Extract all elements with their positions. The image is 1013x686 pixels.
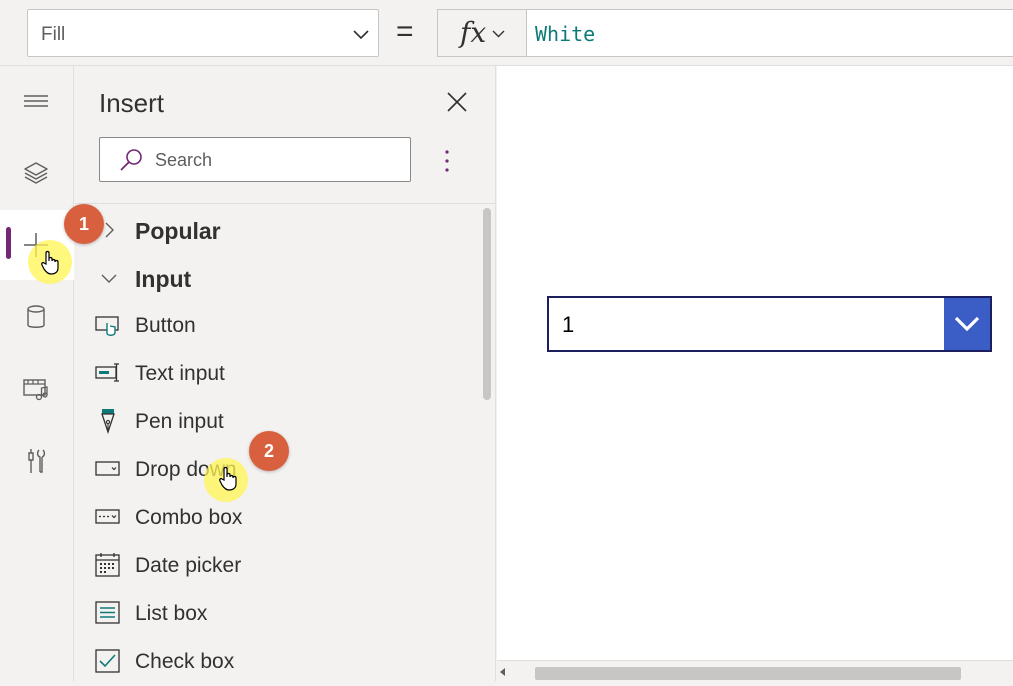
rail-item-media[interactable] [0, 356, 74, 420]
equals-sign: = [396, 15, 414, 49]
pane-scrollbar[interactable] [483, 208, 491, 400]
app-canvas[interactable]: 1 [497, 66, 1013, 660]
scroll-left-icon[interactable] [500, 668, 505, 676]
active-indicator [6, 227, 11, 259]
divider [75, 203, 496, 204]
tools-icon [23, 448, 49, 474]
canvas-dropdown-control[interactable]: 1 [547, 296, 992, 352]
item-label: Check box [135, 650, 234, 674]
group-label: Input [135, 266, 191, 293]
group-input[interactable]: Input [75, 254, 480, 302]
button-icon [95, 312, 121, 338]
list-item-check-box[interactable]: Check box [75, 638, 480, 686]
text-input-icon [95, 360, 121, 386]
rail-item-tree-view[interactable] [0, 68, 74, 132]
list-box-icon [95, 600, 121, 626]
list-item-date-picker[interactable]: Date picker [75, 542, 480, 590]
list-item-list-box[interactable]: List box [75, 590, 480, 638]
check-box-icon [95, 648, 121, 674]
item-label: Button [135, 314, 196, 338]
fx-button[interactable]: fx [437, 9, 527, 57]
left-rail [0, 66, 74, 681]
hand-cursor-icon [40, 250, 62, 276]
pane-title: Insert [99, 88, 164, 119]
group-label: Popular [135, 218, 221, 245]
date-picker-icon [95, 552, 121, 578]
step-badge-1: 1 [64, 204, 104, 244]
item-label: Text input [135, 362, 225, 386]
item-label: List box [135, 602, 207, 626]
chevron-down-icon [491, 26, 506, 41]
canvas-horizontal-scrollbar[interactable] [497, 660, 1013, 681]
item-label: Combo box [135, 506, 242, 530]
list-item-text-input[interactable]: Text input [75, 350, 480, 398]
search-placeholder: Search [155, 150, 212, 171]
rail-item-data[interactable] [0, 284, 74, 348]
database-icon [23, 304, 49, 330]
fx-label: fx [460, 16, 486, 49]
close-icon[interactable] [445, 90, 469, 114]
chevron-down-icon [952, 311, 982, 337]
search-icon [118, 147, 144, 173]
hand-cursor-icon [218, 466, 240, 492]
dropdown-toggle-button[interactable] [944, 298, 990, 350]
property-value: Fill [41, 24, 65, 46]
group-popular[interactable]: Popular [75, 206, 480, 254]
layers-icon [23, 160, 49, 186]
drop-down-icon [95, 456, 121, 482]
chevron-down-icon [352, 25, 370, 43]
rail-item-layers[interactable] [0, 140, 74, 204]
hamburger-icon [23, 88, 49, 114]
more-options-icon[interactable] [437, 146, 457, 176]
chevron-down-icon [100, 269, 118, 287]
step-badge-2: 2 [249, 431, 289, 471]
list-item-combo-box[interactable]: Combo box [75, 494, 480, 542]
property-dropdown[interactable]: Fill [27, 9, 379, 57]
media-icon [23, 376, 49, 402]
item-label: Date picker [135, 554, 241, 578]
list-item-button[interactable]: Button [75, 302, 480, 350]
search-input[interactable]: Search [99, 137, 411, 182]
item-label: Pen input [135, 410, 224, 434]
rail-item-tools[interactable] [0, 428, 74, 492]
dropdown-value: 1 [562, 312, 574, 338]
combo-box-icon [95, 504, 121, 530]
formula-text: White [535, 22, 595, 46]
pen-input-icon [95, 408, 121, 434]
scrollbar-thumb[interactable] [535, 667, 961, 680]
formula-bar: Fill = fx White [0, 0, 1013, 66]
formula-input[interactable]: White [526, 9, 1013, 57]
insert-pane: Insert Search Popular Input Button Text … [75, 66, 496, 681]
